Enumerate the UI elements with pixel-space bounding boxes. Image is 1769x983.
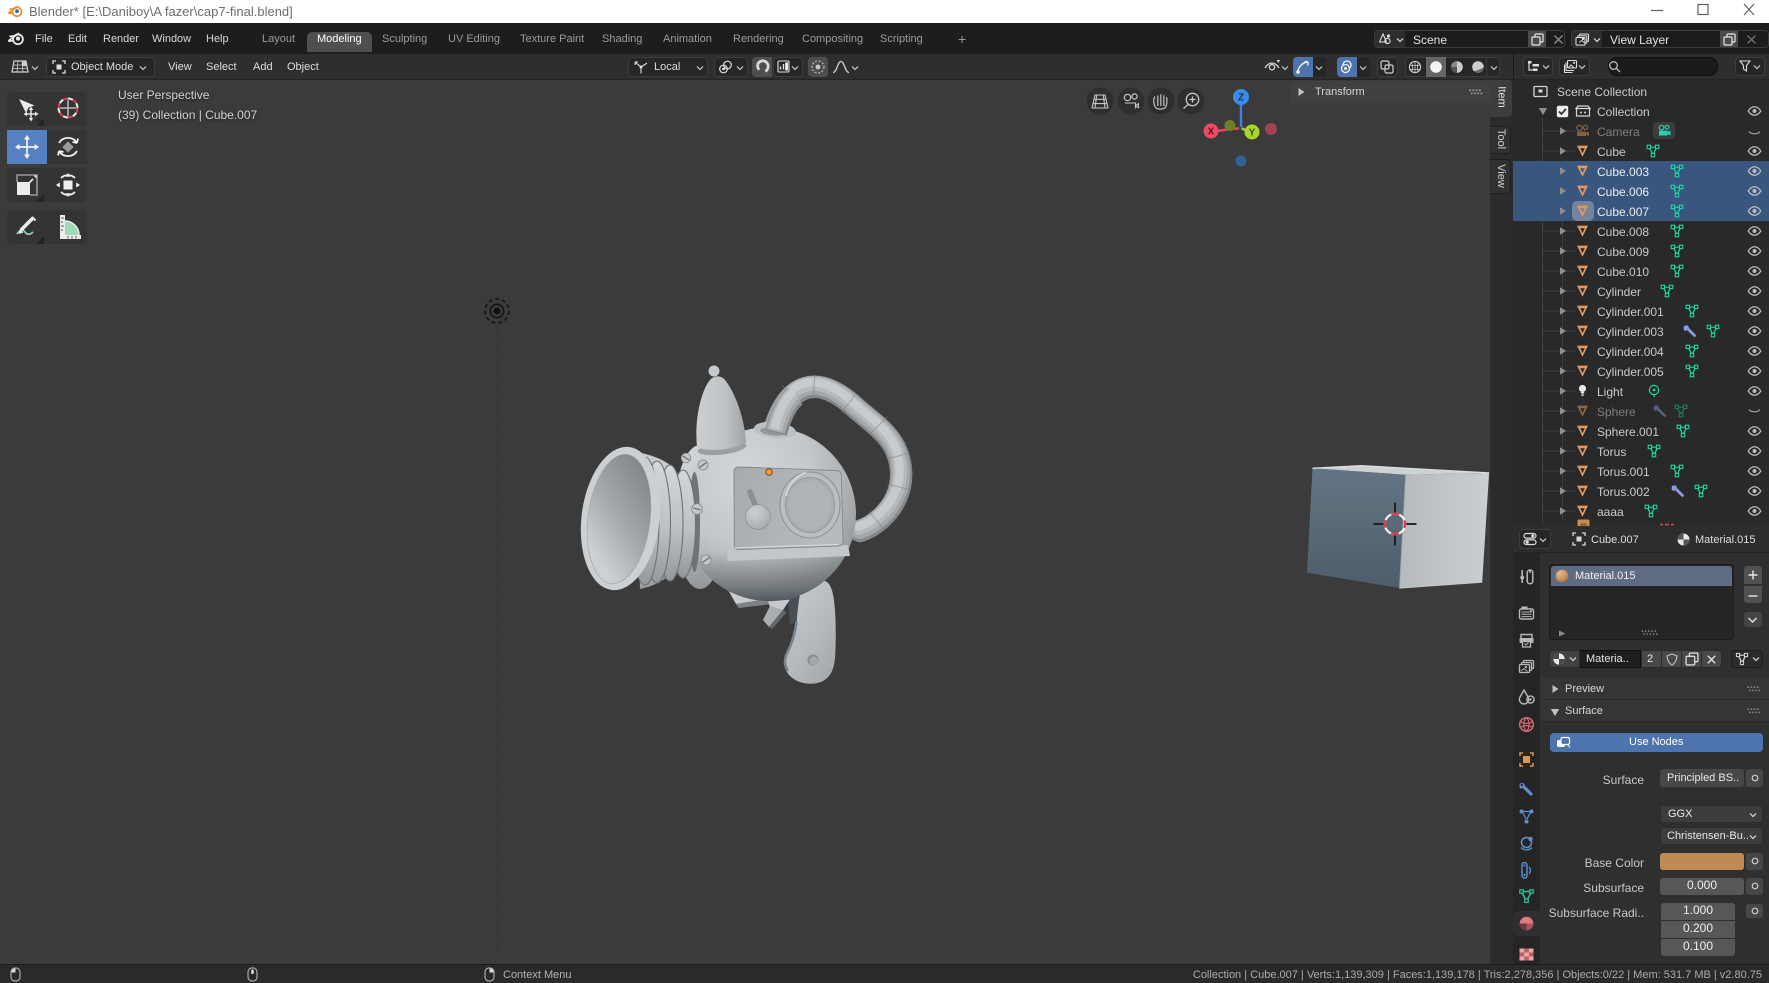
- svg-text:Z: Z: [1238, 93, 1244, 104]
- svg-text:Y: Y: [1249, 128, 1256, 139]
- svg-text:X: X: [1208, 127, 1215, 138]
